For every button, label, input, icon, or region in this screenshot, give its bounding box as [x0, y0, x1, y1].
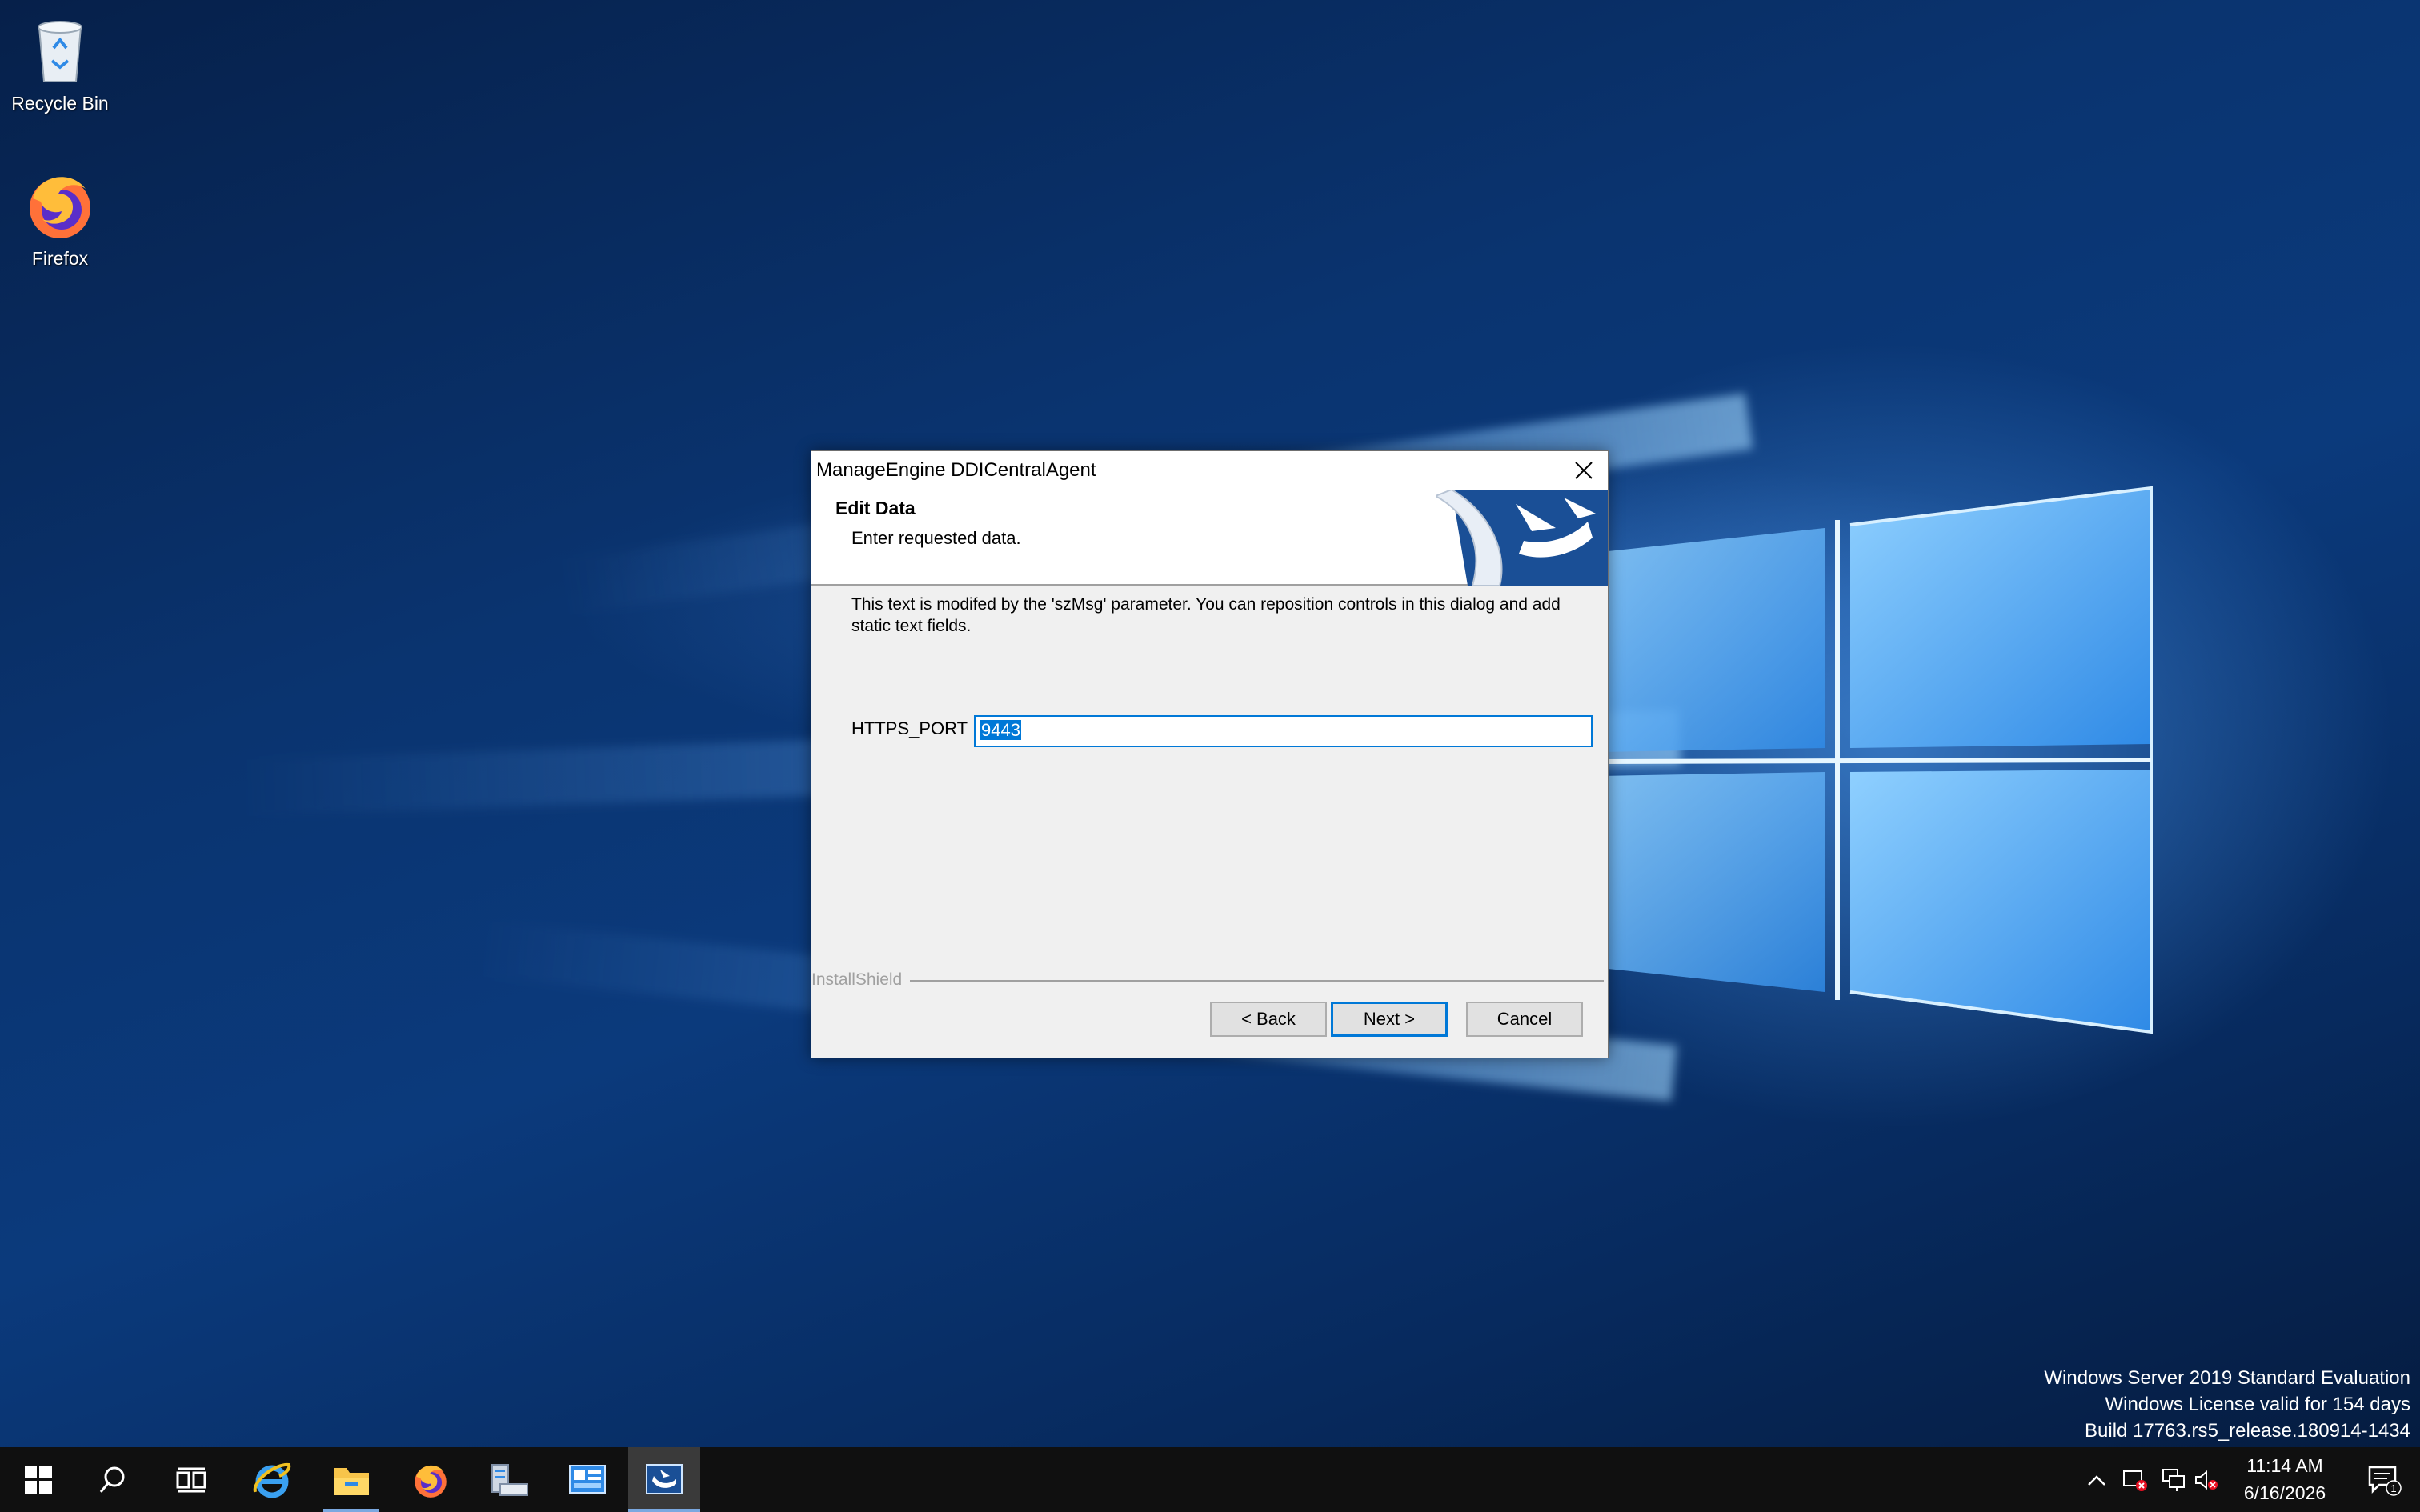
control-panel-icon — [569, 1464, 606, 1494]
taskbar-firefox[interactable] — [395, 1447, 467, 1512]
chevron-up-icon — [2088, 1474, 2105, 1486]
desktop-icon-recycle-bin[interactable]: Recycle Bin — [0, 11, 120, 114]
installshield-divider: InstallShield — [811, 968, 1604, 992]
https-port-value: 9443 — [980, 720, 1021, 740]
taskbar-file-explorer[interactable] — [315, 1447, 387, 1512]
cancel-button[interactable]: Cancel — [1466, 1002, 1583, 1037]
show-hidden-icons-button[interactable] — [2079, 1447, 2114, 1512]
dialog-header: Edit Data Enter requested data. — [811, 490, 1608, 586]
recycle-bin-icon — [38, 21, 82, 82]
task-view-icon — [176, 1467, 206, 1492]
server-manager-icon — [491, 1463, 528, 1496]
search-button[interactable] — [77, 1447, 149, 1512]
windows-start-icon — [25, 1466, 52, 1494]
installer-icon — [646, 1463, 683, 1494]
back-button[interactable]: < Back — [1210, 1002, 1327, 1037]
task-view-button[interactable] — [155, 1447, 227, 1512]
taskbar-server-manager[interactable] — [473, 1447, 545, 1512]
internet-explorer-icon — [253, 1462, 291, 1498]
https-port-input[interactable]: 9443 — [974, 715, 1593, 747]
network-icon — [2162, 1468, 2185, 1491]
desktop-icon-label: Firefox — [31, 248, 89, 269]
firefox-icon — [30, 177, 90, 238]
taskbar-control-panel[interactable] — [551, 1447, 623, 1512]
installer-dialog: ManageEngine DDICentralAgent Edit Data E… — [811, 450, 1609, 1058]
taskbar-internet-explorer[interactable] — [236, 1447, 308, 1512]
file-explorer-icon — [334, 1467, 369, 1495]
action-center-button[interactable]: 1 — [2356, 1447, 2412, 1512]
next-button[interactable]: Next > — [1331, 1002, 1448, 1037]
windows-logo-wallpaper — [1601, 486, 2153, 1034]
header-subtitle: Enter requested data. — [851, 528, 1021, 548]
watermark-build: Build 17763.rs5_release.180914-1434 — [2085, 1420, 2410, 1442]
start-button[interactable] — [2, 1447, 74, 1512]
search-icon — [99, 1466, 125, 1493]
desktop-icon-firefox[interactable]: Firefox — [0, 166, 120, 270]
taskbar-installer[interactable] — [628, 1447, 700, 1512]
brand-label: InstallShield — [811, 970, 903, 989]
divider-line — [910, 980, 1604, 982]
clock-time: 11:14 AM — [2246, 1455, 2323, 1476]
watermark-edition: Windows Server 2019 Standard Evaluation — [2044, 1367, 2410, 1389]
watermark-license: Windows License valid for 154 days — [2105, 1394, 2410, 1415]
dialog-titlebar[interactable]: ManageEngine DDICentralAgent — [811, 451, 1608, 490]
firefox-icon — [415, 1465, 447, 1498]
tray-security-status[interactable] — [2118, 1447, 2153, 1512]
desktop-icon-label: Recycle Bin — [11, 93, 109, 114]
close-button[interactable] — [1560, 451, 1608, 490]
windows-watermark: Windows Server 2019 Standard Evaluation … — [2044, 1365, 2410, 1444]
clock-date: 6/16/2026 — [2243, 1482, 2326, 1503]
dialog-message: This text is modifed by the 'szMsg' para… — [851, 595, 1561, 635]
notification-count: 1 — [2390, 1482, 2396, 1494]
header-title: Edit Data — [835, 498, 916, 518]
installshield-logo-icon — [1436, 490, 1608, 586]
https-port-label: HTTPS_PORT — [851, 718, 968, 738]
taskbar-clock[interactable]: 11:14 AM 6/16/2026 — [2209, 1452, 2361, 1506]
taskbar: 11:14 AM 6/16/2026 1 — [0, 1447, 2420, 1512]
tray-network[interactable] — [2156, 1447, 2191, 1512]
dialog-title: ManageEngine DDICentralAgent — [816, 459, 1096, 481]
shield-warning-icon — [2123, 1470, 2147, 1491]
notification-icon: 1 — [2368, 1466, 2402, 1496]
close-icon — [1575, 462, 1593, 479]
